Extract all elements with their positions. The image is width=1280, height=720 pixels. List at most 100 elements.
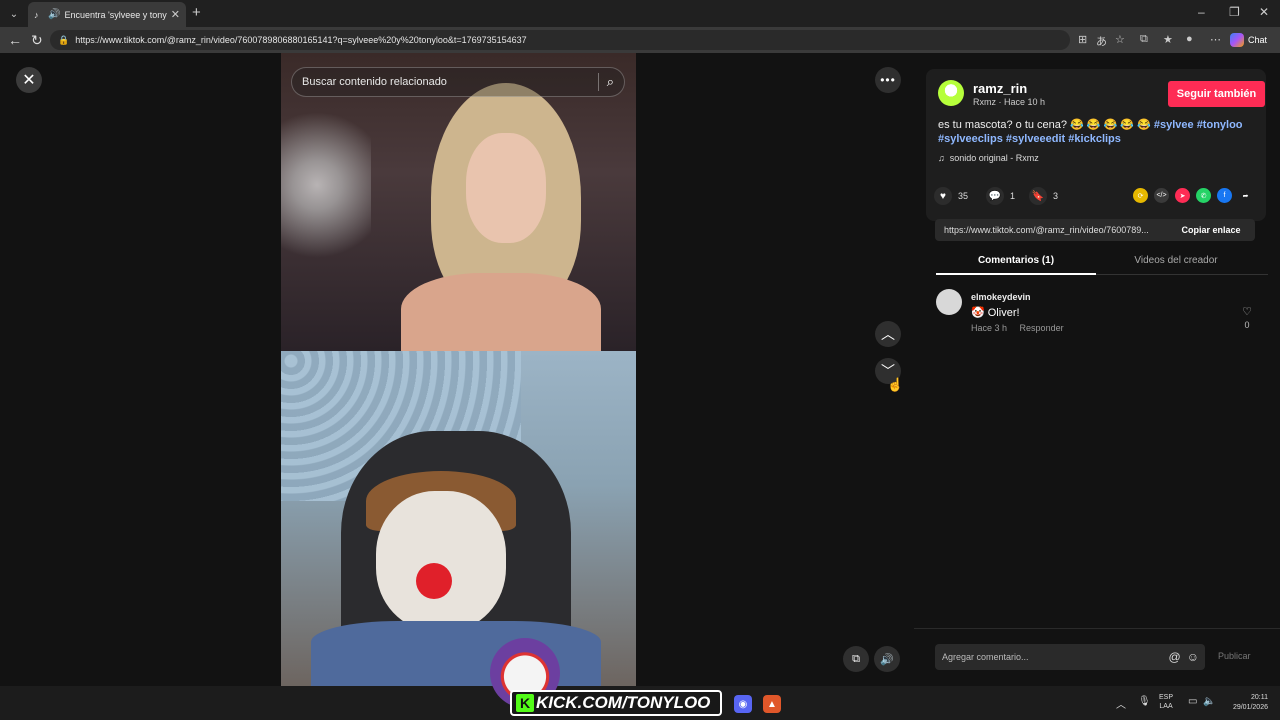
side-panel: ramz_rin Rxmz · Hace 10 h Seguir también…	[914, 53, 1280, 686]
comment-time: Hace 3 h	[971, 323, 1008, 333]
back-icon[interactable]: ←	[8, 32, 22, 48]
tab-title: Encuentra 'sylveee y tonyloo'	[64, 9, 167, 20]
volume-button[interactable]: 🔊	[874, 646, 900, 672]
close-tab-icon[interactable]: ✕	[171, 8, 180, 21]
window-close-icon[interactable]: ✕	[1259, 5, 1269, 19]
app-icon[interactable]: ▲	[763, 695, 781, 713]
close-video-button[interactable]: ✕	[16, 67, 42, 93]
speaker-icon[interactable]: 🔈	[1203, 696, 1215, 707]
facebook-share-icon[interactable]: f	[1217, 188, 1232, 203]
input-language[interactable]: ESP LAA	[1159, 693, 1173, 711]
show-hidden-icons-icon[interactable]: ︿	[1116, 696, 1126, 711]
clown-mask	[376, 491, 506, 631]
browser-tab-bar: ⌄ ♪ 🔊 Encuentra 'sylveee y tonyloo' ✕ + …	[0, 0, 1280, 27]
comment-action[interactable]: 💬 1	[986, 187, 1015, 205]
video-top-camera	[281, 53, 636, 363]
comment-meta: Hace 3 h Responder	[971, 323, 1064, 333]
author-username[interactable]: ramz_rin	[973, 81, 1027, 96]
comment-like-heart-icon[interactable]: ♡	[1236, 305, 1258, 318]
video-bottom-camera	[281, 351, 636, 686]
divider	[914, 628, 1280, 629]
tab-creator-videos[interactable]: Videos del creador	[1096, 255, 1256, 266]
previous-video-button[interactable]: ︿	[875, 321, 901, 347]
network-icon[interactable]: ▭	[1188, 696, 1197, 707]
copy-link-field: https://www.tiktok.com/@ramz_rin/video/7…	[935, 219, 1255, 241]
copy-link-button[interactable]: Copiar enlace	[1167, 225, 1255, 235]
tab-comments[interactable]: Comentarios (1)	[936, 255, 1096, 266]
comment-like-count: 0	[1244, 320, 1250, 330]
url-field[interactable]: 🔒 https://www.tiktok.com/@ramz_rin/video…	[50, 30, 1070, 50]
hashtag-link[interactable]: #kickclips	[1068, 133, 1121, 145]
profile-avatar-icon[interactable]: ●	[1186, 33, 1193, 45]
video-viewer: ✕ Buscar contenido relacionado ⌕ ••• ︿ ﹀…	[0, 53, 914, 686]
author-avatar[interactable]	[938, 80, 964, 106]
kick-url-text: KICK.COM/TONYLOO	[536, 693, 711, 712]
video-player[interactable]: Buscar contenido relacionado ⌕	[281, 53, 636, 686]
hashtag-link[interactable]: #tonyloo	[1197, 119, 1243, 131]
extensions-icon[interactable]: ⧉	[1140, 33, 1148, 46]
video-link-text[interactable]: https://www.tiktok.com/@ramz_rin/video/7…	[944, 225, 1167, 235]
more-share-icon[interactable]: ➦	[1238, 188, 1253, 203]
site-info-icon[interactable]: 🔒	[58, 35, 69, 46]
commenter-username[interactable]: elmokeydevin	[971, 292, 1031, 302]
hashtag-link[interactable]: #sylveeclips	[938, 133, 1003, 145]
add-comment-input[interactable]: Agregar comentario... @ ☺	[935, 644, 1205, 670]
emoji-icon[interactable]: ☺	[1187, 650, 1199, 664]
related-search-placeholder: Buscar contenido relacionado	[302, 76, 447, 88]
publish-button[interactable]: Publicar	[1218, 651, 1251, 661]
lang-code: ESP	[1159, 694, 1174, 701]
whatsapp-share-icon[interactable]: ✆	[1196, 188, 1211, 203]
more-options-icon[interactable]: ⋯	[1210, 33, 1221, 46]
copilot-chat-button[interactable]: Chat	[1230, 31, 1276, 49]
reload-icon[interactable]: ↻	[31, 32, 43, 49]
clown-nose	[416, 563, 452, 599]
tiktok-favicon-icon: ♪	[34, 9, 39, 20]
app-available-icon[interactable]: ⊞	[1078, 33, 1087, 46]
comment-count: 1	[1010, 191, 1016, 201]
sound-name: sonido original - Rxmz	[949, 153, 1039, 163]
embed-share-icon[interactable]: </>	[1154, 188, 1169, 203]
copilot-icon	[1230, 33, 1244, 47]
comment-text: 🤡 Oliver!	[971, 307, 1020, 319]
like-action[interactable]: ♥ 35	[934, 187, 968, 205]
system-clock[interactable]: 20:11 29/01/2026	[1222, 693, 1268, 713]
search-icon[interactable]: ⌕	[607, 74, 614, 90]
follow-button[interactable]: Seguir también	[1168, 81, 1265, 107]
like-count: 35	[958, 191, 969, 201]
related-search-input[interactable]: Buscar contenido relacionado ⌕	[291, 67, 625, 97]
translate-icon[interactable]: あ	[1096, 33, 1107, 49]
active-tab-indicator	[936, 273, 1096, 275]
windows-taskbar: K KICK.COM/TONYLOO ◉ ▲ ︿ 🎙 ESP LAA ▭ 🔈 2…	[0, 638, 1280, 720]
restore-icon[interactable]: ❐	[1229, 5, 1240, 19]
minimize-icon[interactable]: –	[1198, 5, 1205, 19]
send-share-icon[interactable]: ➤	[1175, 188, 1190, 203]
floating-player-button[interactable]: ⧉	[843, 646, 869, 672]
repost-share-icon[interactable]: ⟳	[1133, 188, 1148, 203]
streamer-body	[401, 273, 601, 363]
discord-app-icon[interactable]: ◉	[734, 695, 752, 713]
browser-tab[interactable]: ♪ 🔊 Encuentra 'sylveee y tonyloo' ✕	[28, 2, 186, 27]
post-actions: ♥ 35 💬 1 🔖 3 ⟳ </> ➤ ✆ f ➦	[926, 187, 1266, 207]
reply-button[interactable]: Responder	[1020, 323, 1064, 333]
new-tab-button[interactable]: +	[192, 4, 201, 21]
hashtag-link[interactable]: #sylveeedit	[1006, 133, 1065, 145]
mention-icon[interactable]: @	[1169, 650, 1181, 664]
save-action[interactable]: 🔖 3	[1029, 187, 1058, 205]
tab-actions-menu-icon[interactable]: ⌄	[4, 4, 24, 24]
search-divider	[597, 73, 599, 91]
kick-logo-icon: K	[516, 694, 534, 712]
hashtag-link[interactable]: #sylvee	[1154, 119, 1194, 131]
clock-date: 29/01/2026	[1232, 704, 1268, 711]
kick-stream-overlay: K KICK.COM/TONYLOO	[490, 638, 722, 720]
caption-text: es tu mascota? o tu cena? 😂 😂 😂 😂 😂	[938, 119, 1151, 131]
audio-playing-icon[interactable]: 🔊	[48, 9, 60, 20]
more-options-button[interactable]: •••	[875, 67, 901, 93]
music-note-icon: ♫	[938, 153, 945, 163]
favorite-star-icon[interactable]: ☆	[1115, 33, 1125, 46]
commenter-avatar[interactable]	[936, 289, 962, 315]
flowers-decoration	[281, 113, 371, 293]
sound-link[interactable]: ♫ sonido original - Rxmz	[938, 153, 1039, 163]
clock-time: 20:11	[1251, 694, 1268, 701]
microphone-icon[interactable]: 🎙	[1138, 696, 1151, 707]
favorites-icon[interactable]: ★	[1163, 33, 1173, 46]
